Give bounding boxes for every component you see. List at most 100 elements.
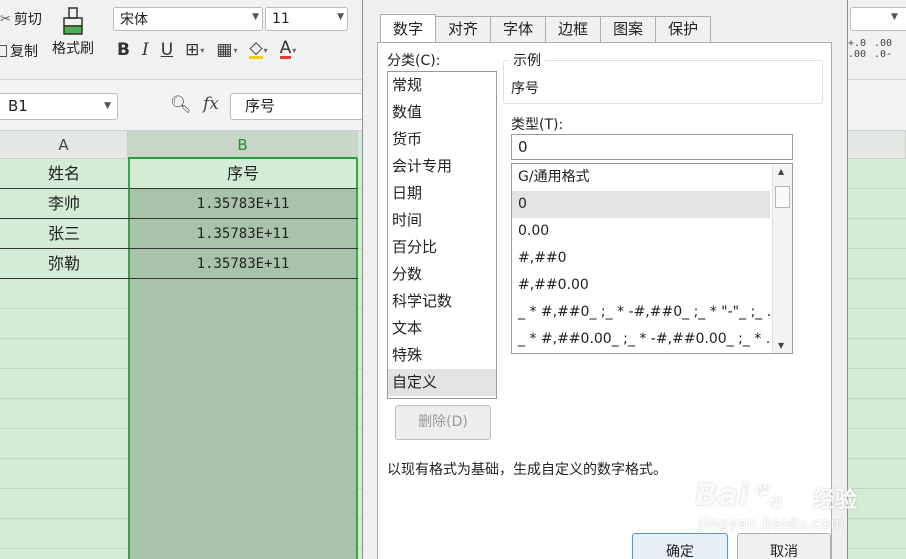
- category-list[interactable]: 常规 数值 货币 会计专用 日期 时间 百分比 分数 科学记数 文本 特殊 自定…: [387, 71, 497, 399]
- formula-input[interactable]: 序号: [230, 93, 370, 120]
- category-item-currency[interactable]: 货币: [388, 126, 496, 153]
- tab-alignment[interactable]: 对齐: [435, 16, 492, 42]
- column-header[interactable]: [848, 131, 906, 159]
- cell-a3[interactable]: 张三: [0, 219, 128, 249]
- cut-button[interactable]: ✂ 剪切: [0, 9, 42, 29]
- type-item[interactable]: #,##0.00: [512, 272, 770, 299]
- chevron-down-icon[interactable]: ▼: [104, 94, 111, 119]
- paintbrush-icon: [63, 7, 83, 35]
- cell-b3[interactable]: 1.35783E+11: [128, 219, 358, 249]
- decimal-buttons: +.0 .00.00 .0-: [848, 38, 900, 60]
- zoom-icon[interactable]: 🔍︎: [170, 95, 192, 115]
- tab-protection[interactable]: 保护: [655, 16, 712, 42]
- decrease-decimal-button[interactable]: .00 .0-: [874, 38, 900, 60]
- category-item-percentage[interactable]: 百分比: [388, 234, 496, 261]
- watermark-suffix: 经验: [813, 488, 858, 513]
- font-format-group: B I U ⊞ ▾ ▦ ▾ ◇ ▾ A ▾: [117, 38, 297, 61]
- name-box[interactable]: B1 ▼: [0, 93, 118, 120]
- category-item-text[interactable]: 文本: [388, 315, 496, 342]
- watermark-brand: Bai: [695, 478, 749, 513]
- type-item[interactable]: G/通用格式: [512, 164, 770, 191]
- italic-button[interactable]: I: [142, 40, 149, 60]
- tab-border[interactable]: 边框: [545, 16, 602, 42]
- category-item-special[interactable]: 特殊: [388, 342, 496, 369]
- format-painter-label: 格式刷: [52, 41, 94, 57]
- formula-content: 序号: [245, 97, 276, 115]
- category-item-scientific[interactable]: 科学记数: [388, 288, 496, 315]
- fx-icon[interactable]: fx: [203, 94, 219, 114]
- category-item-number[interactable]: 数值: [388, 99, 496, 126]
- scroll-up-icon[interactable]: ▲: [778, 167, 784, 176]
- font-size-value: 11: [272, 11, 290, 27]
- font-name-value: 宋体: [120, 12, 148, 28]
- cell-b2[interactable]: 1.35783E+11: [128, 189, 358, 219]
- sample-title: 示例: [509, 50, 545, 70]
- category-item-general[interactable]: 常规: [388, 72, 496, 99]
- column-header-b[interactable]: B: [128, 131, 358, 159]
- type-item[interactable]: #,##0: [512, 245, 770, 272]
- category-item-custom[interactable]: 自定义: [388, 369, 496, 396]
- type-list[interactable]: G/通用格式 0 0.00 #,##0 #,##0.00 _ * #,##0_ …: [511, 163, 793, 354]
- font-color-button[interactable]: A ▾: [279, 38, 297, 59]
- format-description: 以现有格式为基础，生成自定义的数字格式。: [387, 462, 667, 478]
- chevron-down-icon[interactable]: ▼: [337, 12, 344, 22]
- column-header-a[interactable]: A: [0, 131, 128, 159]
- name-box-value: B1: [8, 97, 28, 115]
- cut-label: 剪切: [13, 12, 42, 28]
- font-color-icon: A: [279, 38, 292, 59]
- cell-a4[interactable]: 弥勒: [0, 249, 128, 279]
- fill-pattern-icon: ▦: [216, 40, 233, 60]
- delete-button[interactable]: 删除(D): [395, 405, 491, 440]
- chevron-down-icon: ▾: [292, 45, 297, 55]
- category-label: 分类(C):: [387, 53, 441, 69]
- chevron-down-icon: ▾: [233, 45, 238, 55]
- copy-button[interactable]: 复制: [0, 41, 38, 61]
- type-item[interactable]: _ * #,##0.00_ ;_ * -#,##0.00_ ;_ * ...: [512, 326, 770, 353]
- cell-b1[interactable]: 序号: [128, 159, 358, 189]
- chevron-down-icon[interactable]: ▼: [891, 12, 898, 22]
- category-item-time[interactable]: 时间: [388, 207, 496, 234]
- cell-a2[interactable]: 李帅: [0, 189, 128, 219]
- category-item-date[interactable]: 日期: [388, 180, 496, 207]
- scroll-thumb[interactable]: [775, 186, 790, 208]
- type-input[interactable]: 0: [511, 134, 793, 160]
- borders-button[interactable]: ⊞ ▾: [185, 40, 204, 60]
- type-item[interactable]: 0.00: [512, 218, 770, 245]
- category-item-accounting[interactable]: 会计专用: [388, 153, 496, 180]
- chevron-down-icon[interactable]: ▼: [252, 12, 259, 22]
- dialog-tabs: 数字 对齐 字体 边框 图案 保护: [380, 14, 712, 42]
- paint-bucket-icon: ◇: [249, 38, 263, 59]
- fill-color-button[interactable]: ◇ ▾: [249, 38, 268, 59]
- chevron-down-icon: ▾: [263, 45, 268, 55]
- chevron-down-icon: ▾: [200, 45, 205, 55]
- paw-icon: 🐾︎: [751, 480, 787, 513]
- sample-group: [503, 60, 823, 104]
- cell-b4[interactable]: 1.35783E+11: [128, 249, 358, 279]
- baidu-jingyan-watermark: Bai 🐾︎ 经验 jingyan.baidu.com: [695, 478, 885, 548]
- type-label: 类型(T):: [511, 117, 564, 133]
- font-size-combo[interactable]: 11 ▼: [265, 7, 348, 31]
- cell-a1[interactable]: 姓名: [0, 159, 128, 189]
- copy-icon: [0, 45, 7, 57]
- tab-font[interactable]: 字体: [490, 16, 547, 42]
- type-item[interactable]: _ * #,##0_ ;_ * -#,##0_ ;_ * "-"_ ;_ ...: [512, 299, 770, 326]
- scroll-down-icon[interactable]: ▼: [778, 341, 784, 350]
- tab-pattern[interactable]: 图案: [600, 16, 657, 42]
- watermark-url: jingyan.baidu.com: [699, 516, 846, 532]
- font-name-combo[interactable]: 宋体 ▼: [113, 7, 263, 31]
- format-painter-button[interactable]: 格式刷: [48, 6, 98, 64]
- format-cells-dialog: 数字 对齐 字体 边框 图案 保护 分类(C): 常规 数值 货币 会计专用 日…: [362, 0, 848, 559]
- sample-value: 序号: [511, 81, 539, 97]
- category-item-fraction[interactable]: 分数: [388, 261, 496, 288]
- fill-pattern-button[interactable]: ▦ ▾: [216, 40, 237, 60]
- type-list-scrollbar[interactable]: ▲ ▼: [772, 164, 792, 353]
- scissors-icon: ✂: [0, 11, 11, 27]
- underline-button[interactable]: U: [161, 40, 173, 60]
- border-grid-icon: ⊞: [185, 40, 200, 60]
- copy-label: 复制: [10, 44, 38, 60]
- type-item[interactable]: 0: [512, 191, 770, 218]
- tab-number[interactable]: 数字: [380, 14, 437, 42]
- number-format-combo[interactable]: ▼: [850, 7, 906, 31]
- increase-decimal-button[interactable]: +.0 .00: [848, 38, 874, 60]
- bold-button[interactable]: B: [117, 40, 130, 60]
